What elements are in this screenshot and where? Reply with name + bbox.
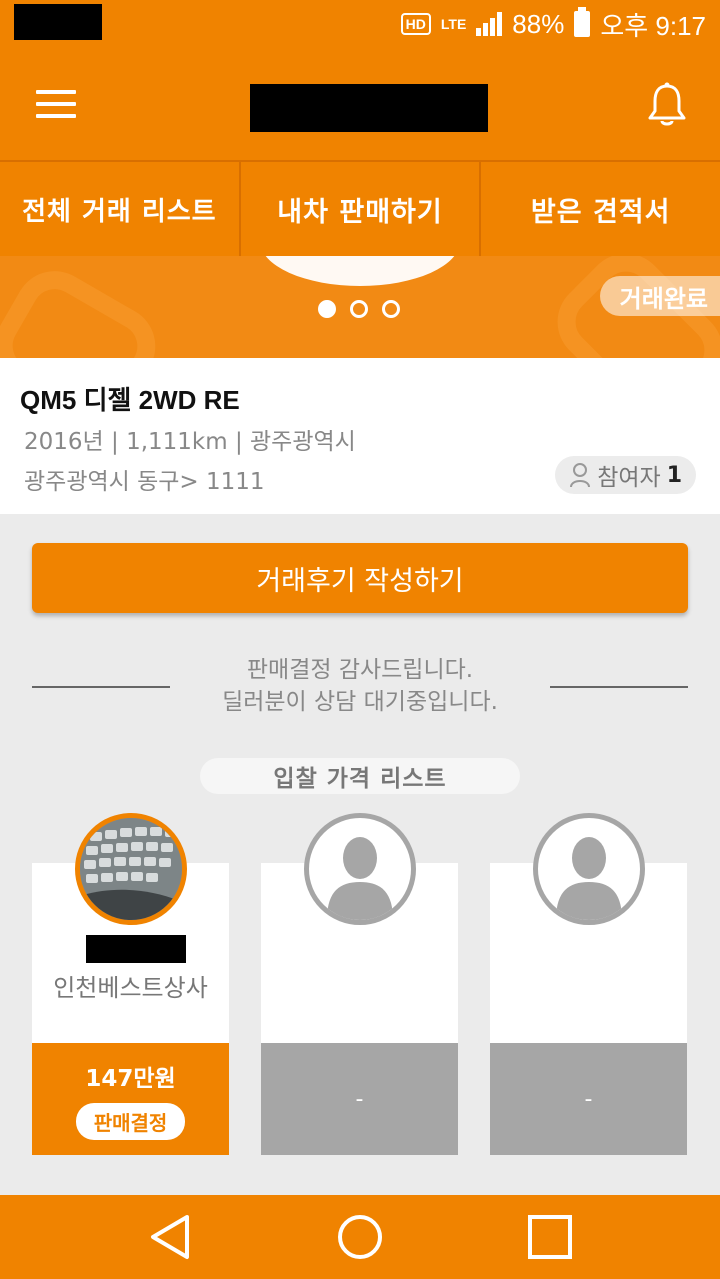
back-icon[interactable] bbox=[120, 1195, 220, 1279]
bid-card-footer: - bbox=[261, 1043, 458, 1155]
signal-icon bbox=[476, 12, 503, 36]
app-title-redacted bbox=[250, 84, 488, 132]
status-message-line2: 딜러분이 상담 대기중입니다. bbox=[222, 689, 498, 715]
sale-decided-badge[interactable]: 판매결정 bbox=[75, 1102, 186, 1140]
divider-left bbox=[32, 686, 170, 688]
hamburger-icon[interactable] bbox=[36, 90, 76, 120]
bid-list-heading: 입찰 가격 리스트 bbox=[200, 758, 520, 794]
bid-card-footer: - bbox=[490, 1043, 687, 1155]
bid-card-footer: 147만원 판매결정 bbox=[32, 1043, 229, 1155]
car-title: QM5 디젤 2WD RE bbox=[20, 385, 240, 415]
person-silhouette-icon bbox=[327, 837, 393, 920]
battery-icon bbox=[574, 7, 591, 37]
car-meta: 2016년 | 1,111km | 광주광역시 bbox=[24, 429, 356, 455]
divider-right bbox=[550, 686, 688, 688]
banner-decoration bbox=[0, 256, 170, 358]
banner-image bbox=[260, 256, 460, 286]
participant-label: 참여자 bbox=[597, 465, 661, 491]
person-silhouette-icon bbox=[556, 837, 622, 920]
hd-icon: HD bbox=[400, 13, 431, 35]
carousel-dot-3[interactable] bbox=[382, 300, 400, 318]
status-message-line1: 판매결정 감사드립니다. bbox=[246, 657, 474, 683]
image-carousel[interactable]: 거래완료 bbox=[0, 256, 720, 358]
redacted-block bbox=[14, 4, 102, 40]
carousel-dot-1[interactable] bbox=[318, 300, 336, 318]
default-avatar-icon bbox=[304, 813, 416, 925]
home-icon[interactable] bbox=[310, 1195, 410, 1279]
clock: 오후 9:17 bbox=[600, 10, 706, 41]
dealer-name-redacted bbox=[86, 935, 186, 963]
person-icon bbox=[570, 463, 591, 488]
default-avatar-icon bbox=[533, 813, 645, 925]
status-icons: HD LTE 88% 오후 9:17 bbox=[400, 6, 706, 42]
deal-complete-badge: 거래완료 bbox=[599, 276, 720, 316]
recents-icon[interactable] bbox=[500, 1195, 600, 1279]
app-bar bbox=[0, 48, 720, 160]
status-bar: HD LTE 88% 오후 9:17 bbox=[0, 0, 720, 48]
system-nav-bar bbox=[0, 1195, 720, 1279]
bid-price: 147만원 bbox=[85, 1065, 176, 1092]
dealer-avatar bbox=[75, 813, 187, 925]
carousel-dot-2[interactable] bbox=[350, 300, 368, 318]
tab-bar: 전체 거래 리스트 내차 판매하기 받은 견적서 bbox=[0, 160, 720, 256]
bell-icon[interactable] bbox=[646, 82, 688, 128]
write-review-button[interactable]: 거래후기 작성하기 bbox=[32, 543, 688, 613]
tab-all-deals[interactable]: 전체 거래 리스트 bbox=[0, 160, 241, 256]
lte-icon: LTE bbox=[440, 16, 467, 32]
status-message: 판매결정 감사드립니다. 딜러분이 상담 대기중입니다. bbox=[190, 654, 530, 718]
listing-info: QM5 디젤 2WD RE 2016년 | 1,111km | 광주광역시 광주… bbox=[0, 358, 720, 514]
bid-price: - bbox=[584, 1086, 593, 1112]
bid-price: - bbox=[355, 1086, 364, 1112]
keyboard-photo bbox=[80, 818, 182, 920]
tab-received-quotes[interactable]: 받은 견적서 bbox=[481, 160, 720, 256]
battery-percent: 88% bbox=[512, 8, 565, 39]
tab-sell-car[interactable]: 내차 판매하기 bbox=[240, 160, 482, 256]
participant-count: 1 bbox=[666, 462, 682, 488]
carousel-indicator bbox=[318, 300, 400, 318]
car-location: 광주광역시 동구> 1111 bbox=[24, 469, 265, 495]
participant-badge: 참여자 1 bbox=[555, 456, 696, 494]
dealer-company: 인천베스트상사 bbox=[53, 974, 208, 1002]
